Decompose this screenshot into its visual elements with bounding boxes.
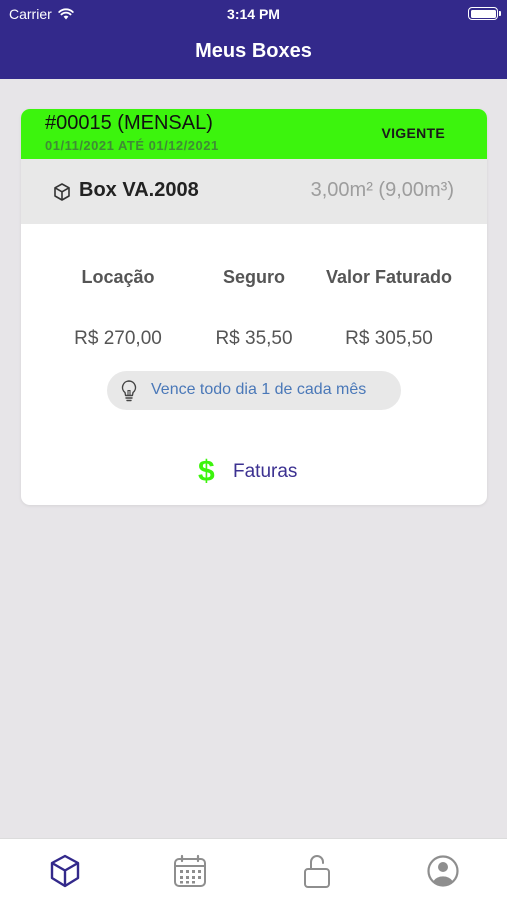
summary-value: R$ 270,00 xyxy=(74,328,162,349)
status-badge: VIGENTE xyxy=(381,125,445,141)
app-header: Carrier 3:14 PM Meus Boxes xyxy=(0,0,507,79)
dollar-icon: $ xyxy=(198,455,215,488)
cube-icon xyxy=(54,183,70,201)
contract-card[interactable]: #00015 (MENSAL) 01/11/2021 ATÉ 01/12/202… xyxy=(21,109,487,505)
box-name: Box VA.2008 xyxy=(79,179,199,201)
summary-label: Seguro xyxy=(222,267,285,287)
page-title: Meus Boxes xyxy=(195,40,312,62)
tab-bar xyxy=(0,838,507,900)
tab-access[interactable] xyxy=(299,853,335,889)
contract-id: #00015 (MENSAL) xyxy=(45,112,213,134)
summary-value: R$ 35,50 xyxy=(215,328,293,349)
summary-label: Valor Faturado xyxy=(325,267,453,287)
summary-label: Locação xyxy=(81,267,155,287)
tab-profile[interactable] xyxy=(425,853,461,889)
tab-calendar[interactable] xyxy=(172,853,208,889)
summary-value: R$ 305,50 xyxy=(345,328,433,349)
calendar-icon xyxy=(174,854,206,887)
battery-icon xyxy=(468,7,501,20)
contract-header: #00015 (MENSAL) 01/11/2021 ATÉ 01/12/202… xyxy=(21,109,487,159)
due-date-text: Vence todo dia 1 de cada mês xyxy=(151,381,367,398)
summary-locacao: Locação R$ 270,00 xyxy=(43,264,193,350)
box-size: 3,00m² (9,00m³) xyxy=(310,179,454,201)
user-circle-icon xyxy=(427,855,459,887)
status-time: 3:14 PM xyxy=(227,6,280,22)
contract-period: 01/11/2021 ATÉ 01/12/2021 xyxy=(45,138,219,153)
cube-icon xyxy=(50,854,80,888)
unlock-icon xyxy=(304,855,330,888)
summary-seguro: Seguro R$ 35,50 xyxy=(179,264,329,350)
invoices-button[interactable]: $ Faturas xyxy=(21,455,487,489)
invoices-label: Faturas xyxy=(233,461,298,482)
summary-valor-faturado: Valor Faturado R$ 305,50 xyxy=(314,264,464,350)
lightbulb-icon xyxy=(121,380,137,402)
due-date-info: Vence todo dia 1 de cada mês xyxy=(107,371,401,410)
status-bar: Carrier 3:14 PM xyxy=(0,0,507,26)
box-info: Box VA.2008 3,00m² (9,00m³) xyxy=(21,159,487,224)
tab-boxes[interactable] xyxy=(47,853,83,889)
